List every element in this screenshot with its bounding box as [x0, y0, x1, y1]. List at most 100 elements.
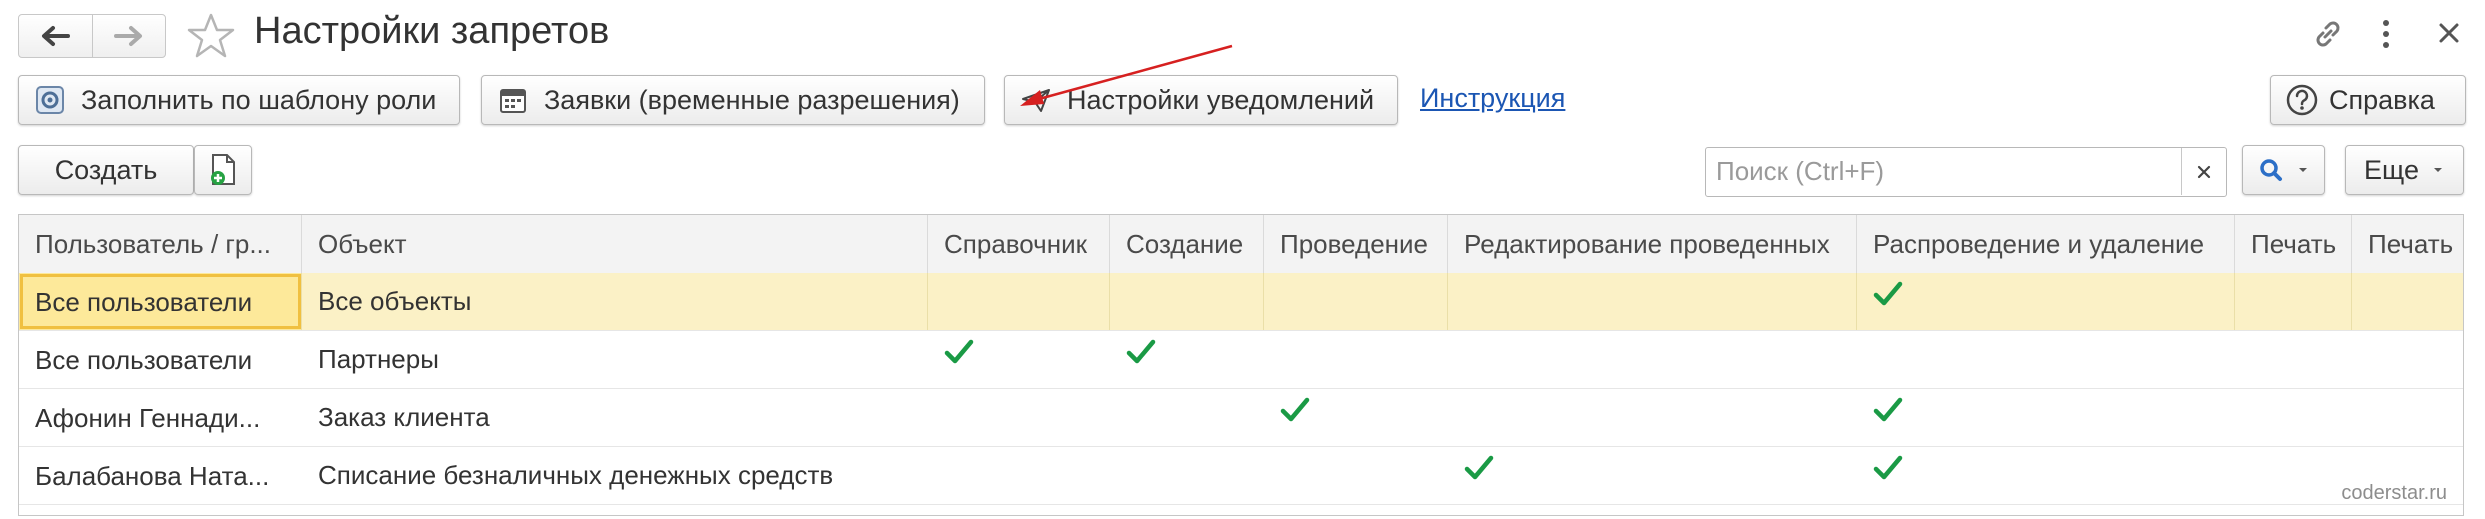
copy-link-button[interactable]	[2310, 16, 2346, 57]
annotation-arrow-icon	[1020, 44, 1233, 106]
cell-creation[interactable]	[1110, 447, 1264, 504]
table-row[interactable]: Балабанова Ната... Списание безналичных д…	[19, 447, 2463, 505]
back-button[interactable]	[19, 15, 92, 57]
cell-unposting-deletion[interactable]	[1857, 447, 2235, 504]
cell-catalog[interactable]	[928, 273, 1110, 330]
cell-creation[interactable]	[1110, 331, 1264, 388]
cell-object[interactable]: Все объекты	[302, 273, 928, 330]
cell-print-1[interactable]	[2235, 331, 2352, 388]
help-label: Справка	[2329, 84, 2435, 115]
cell-object[interactable]: Партнеры	[302, 331, 928, 388]
column-header-user[interactable]: Пользователь / гр...	[19, 215, 302, 273]
cell-posting[interactable]	[1264, 331, 1448, 388]
checkmark-icon	[1280, 397, 1310, 422]
cell-object-text: Списание безналичных денежных средств	[318, 460, 834, 490]
requests-label: Заявки (временные разрешения)	[544, 84, 960, 115]
cell-user-text: Балабанова Ната...	[35, 460, 270, 491]
star-outline-icon	[187, 13, 235, 58]
arrow-left-icon	[42, 26, 71, 46]
checkmark-icon	[1873, 397, 1903, 422]
cell-print-1[interactable]	[2235, 447, 2352, 504]
column-header-object[interactable]: Объект	[302, 215, 928, 273]
column-header-editing-posted[interactable]: Редактирование проведенных	[1448, 215, 1857, 273]
cell-user[interactable]: Балабанова Ната...	[19, 447, 302, 504]
cell-user[interactable]: Афонин Геннади...	[19, 389, 302, 446]
column-header-unposting-deletion[interactable]: Распроведение и удаление	[1857, 215, 2235, 273]
gear-template-icon	[33, 83, 67, 117]
column-header-posting[interactable]: Проведение	[1264, 215, 1448, 273]
close-icon	[2197, 165, 2211, 178]
cell-posting[interactable]	[1264, 389, 1448, 446]
help-button[interactable]: Справка	[2270, 75, 2466, 125]
column-header-print-2[interactable]: Печать	[2352, 215, 2463, 273]
forward-button[interactable]	[91, 15, 166, 57]
more-actions-button[interactable]	[2380, 16, 2392, 57]
cell-creation[interactable]	[1110, 273, 1264, 330]
cell-posting[interactable]	[1264, 447, 1448, 504]
cell-unposting-deletion[interactable]	[1857, 331, 2235, 388]
cell-catalog[interactable]	[928, 447, 1110, 504]
fill-by-role-template-button[interactable]: Заполнить по шаблону роли	[18, 75, 460, 125]
cell-user-text: Все пользователи	[35, 286, 253, 317]
cell-object-text: Все объекты	[318, 286, 472, 316]
cell-editing-posted[interactable]	[1448, 389, 1857, 446]
cell-unposting-deletion[interactable]	[1857, 389, 2235, 446]
cell-posting[interactable]	[1264, 273, 1448, 330]
chain-link-icon	[2316, 21, 2340, 47]
checkmark-icon	[944, 339, 974, 364]
table-row[interactable]: Все пользователи Все объекты	[19, 273, 2463, 331]
table-row[interactable]: Все пользователи Партнеры	[19, 331, 2463, 389]
create-label: Создать	[54, 154, 158, 185]
table-header: Пользователь / гр... Объект Справочник С…	[19, 215, 2463, 274]
clear-search-button[interactable]	[2181, 148, 2226, 195]
cell-print-2[interactable]	[2352, 273, 2463, 330]
checkmark-icon	[1126, 339, 1156, 364]
create-button[interactable]: Создать	[18, 145, 194, 195]
cell-catalog[interactable]	[928, 389, 1110, 446]
requests-button[interactable]: Заявки (временные разрешения)	[481, 75, 985, 125]
arrow-right-icon	[113, 26, 142, 46]
column-header-creation[interactable]: Создание	[1110, 215, 1264, 273]
instruction-link[interactable]: Инструкция	[1420, 83, 1565, 114]
close-icon	[2439, 23, 2459, 43]
search-input[interactable]	[1706, 148, 2182, 195]
fill-by-role-template-label: Заполнить по шаблону роли	[81, 84, 437, 115]
cell-print-2[interactable]	[2352, 389, 2463, 446]
checkmark-icon	[1873, 281, 1903, 306]
cell-editing-posted[interactable]	[1448, 447, 1857, 504]
cell-print-1[interactable]	[2235, 389, 2352, 446]
cell-editing-posted[interactable]	[1448, 331, 1857, 388]
cell-catalog[interactable]	[928, 331, 1110, 388]
cell-user-text: Афонин Геннади...	[35, 402, 261, 433]
search-box	[1705, 147, 2227, 197]
add-document-icon	[211, 154, 235, 185]
chevron-down-icon	[2298, 168, 2307, 172]
cell-creation[interactable]	[1110, 389, 1264, 446]
more-button[interactable]: Еще	[2345, 145, 2464, 195]
cell-editing-posted[interactable]	[1448, 273, 1857, 330]
more-label: Еще	[2364, 154, 2419, 185]
cell-object[interactable]: Заказ клиента	[302, 389, 928, 446]
cell-object-text: Партнеры	[318, 344, 439, 374]
cell-user[interactable]: Все пользователи	[19, 331, 302, 388]
restrictions-table[interactable]: Пользователь / гр... Объект Справочник С…	[18, 214, 2464, 516]
favorite-button[interactable]	[186, 12, 236, 65]
question-circle-icon	[2285, 83, 2319, 117]
watermark: coderstar.ru	[2341, 482, 2447, 504]
cell-unposting-deletion[interactable]	[1857, 273, 2235, 330]
column-header-catalog[interactable]: Справочник	[928, 215, 1110, 273]
cell-print-2[interactable]	[2352, 331, 2463, 388]
cell-user[interactable]: Все пользователи	[19, 273, 302, 330]
column-header-print-1[interactable]: Печать	[2235, 215, 2352, 273]
close-button[interactable]	[2434, 18, 2464, 53]
cell-object-text: Заказ клиента	[318, 402, 490, 432]
navigation-buttons	[18, 14, 166, 58]
checkmark-icon	[1464, 455, 1494, 480]
cell-user-text: Все пользователи	[35, 344, 253, 375]
checkmark-icon	[1873, 455, 1903, 480]
search-button[interactable]	[2242, 145, 2325, 195]
table-row[interactable]: Афонин Геннади... Заказ клиента	[19, 389, 2463, 447]
add-document-button[interactable]	[194, 145, 252, 195]
cell-object[interactable]: Списание безналичных денежных средств	[302, 447, 928, 504]
cell-print-1[interactable]	[2235, 273, 2352, 330]
